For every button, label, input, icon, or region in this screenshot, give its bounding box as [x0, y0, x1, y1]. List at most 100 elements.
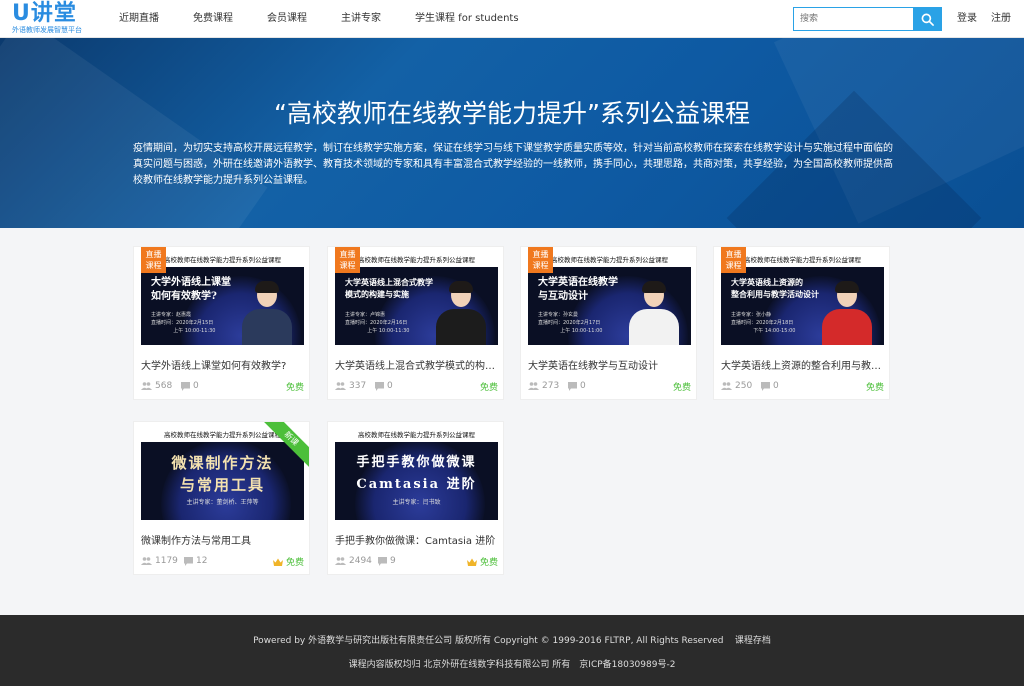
- course-stats: 337 0 免费: [335, 380, 498, 393]
- course-card[interactable]: 高校教师在线教学能力提升系列公益课程 大学外语线上课堂 如何有效教学? 主讲专家：…: [133, 246, 310, 400]
- search-box: [793, 7, 942, 31]
- course-title[interactable]: 大学英语线上混合式教学模式的构建与实施: [335, 357, 497, 372]
- student-count-value: 273: [542, 381, 560, 391]
- crown-icon: [272, 558, 283, 566]
- thumbnail-title: 手把手教你做微课 Camtasia 进阶: [356, 455, 477, 492]
- nav-item-student-courses[interactable]: 学生课程 for students: [415, 0, 519, 38]
- student-count: 273: [528, 380, 559, 392]
- comment-count-value: 0: [580, 381, 586, 391]
- people-icon: [141, 382, 152, 390]
- course-card[interactable]: 高校教师在线教学能力提升系列公益课程 大学英语在线教学 与互动设计 主讲专家：孙玄…: [520, 246, 697, 400]
- course-title[interactable]: 大学外语线上课堂如何有效教学?: [141, 357, 303, 372]
- course-stats: 568 0 免费: [141, 380, 304, 393]
- course-title[interactable]: 大学英语线上资源的整合利用与教学活动设计: [721, 357, 883, 372]
- site-logo[interactable]: U讲堂 外语教师发展智慧平台: [12, 3, 102, 35]
- course-stats: 2494 9 免费: [335, 555, 498, 568]
- people-icon: [721, 382, 732, 390]
- price-label: 免费: [672, 383, 691, 393]
- student-count: 1179: [141, 555, 178, 567]
- course-card[interactable]: 高校教师在线教学能力提升系列公益课程 手把手教你做微课 Camtasia 进阶 主…: [327, 421, 504, 575]
- comment-count-value: 12: [196, 556, 208, 566]
- price-tag: 免费: [866, 380, 884, 393]
- course-title[interactable]: 手把手教你做微课：Camtasia 进阶: [335, 532, 497, 547]
- speaker-photo: [629, 281, 679, 345]
- nav-item-recent-live[interactable]: 近期直播: [119, 0, 159, 38]
- price-tag: 免费: [466, 555, 498, 568]
- comment-icon: [181, 381, 190, 391]
- nav-item-experts[interactable]: 主讲专家: [341, 0, 381, 38]
- comment-icon: [378, 556, 387, 566]
- login-link[interactable]: 登录: [957, 0, 977, 38]
- hero-title: “高校教师在线教学能力提升”系列公益课程: [274, 99, 750, 128]
- main-nav: 近期直播 免费课程 会员课程 主讲专家 学生课程 for students: [119, 0, 553, 38]
- top-navbar: U讲堂 外语教师发展智慧平台 近期直播 免费课程 会员课程 主讲专家 学生课程 …: [0, 0, 1024, 38]
- student-count: 2494: [335, 555, 372, 567]
- thumbnail-meta: 主讲专家：卢锦惠 直播时间：2020年2月16日 上午 10:00-11:30: [345, 312, 410, 334]
- thumbnail-meta: 主讲专家：闫书致: [392, 499, 441, 506]
- course-title[interactable]: 微课制作方法与常用工具: [141, 532, 303, 547]
- thumbnail-title: 大学英语线上资源的 整合利用与教学活动设计: [731, 277, 819, 299]
- thumbnail-meta: 主讲专家：张小静 直播时间：2020年2月18日 下午 14:00-15:00: [731, 312, 796, 334]
- comment-count-value: 0: [387, 381, 393, 391]
- live-course-badge: 直播 课程: [528, 247, 553, 273]
- search-button[interactable]: [913, 7, 942, 31]
- thumbnail-meta: 主讲专家：孙玄曼 直播时间：2020年2月17日 上午 10:00-11:00: [538, 312, 603, 334]
- speaker-photo: [242, 281, 292, 345]
- comment-count: 0: [568, 380, 586, 392]
- people-icon: [141, 557, 152, 565]
- search-icon: [921, 13, 934, 26]
- price-label: 免费: [285, 558, 304, 568]
- copyright-text: Powered by 外语教学与研究出版社有限责任公司 版权所有 Copyrig…: [253, 636, 724, 646]
- hero-banner: “高校教师在线教学能力提升”系列公益课程 疫情期间，为切实支持高校开展远程教学，…: [0, 38, 1024, 228]
- student-count-value: 250: [735, 381, 753, 391]
- comment-count: 0: [375, 380, 393, 392]
- price-label: 免费: [479, 383, 498, 393]
- people-icon: [335, 557, 346, 565]
- nav-item-member-courses[interactable]: 会员课程: [267, 0, 307, 38]
- search-input[interactable]: [793, 7, 913, 31]
- logo-tagline: 外语教师发展智慧平台: [12, 26, 82, 34]
- footer-license: 课程内容版权均归 北京外研在线数字科技有限公司 所有 京ICP备18030989…: [348, 660, 676, 670]
- course-archive-link[interactable]: 课程存档: [735, 636, 771, 646]
- course-card[interactable]: 高校教师在线教学能力提升系列公益课程 微课制作方法 与常用工具 主讲专家：董剑桥、…: [133, 421, 310, 575]
- course-thumbnail[interactable]: 高校教师在线教学能力提升系列公益课程 手把手教你做微课 Camtasia 进阶 主…: [335, 429, 498, 520]
- student-count: 568: [141, 380, 172, 392]
- course-stats: 1179 12 免费: [141, 555, 304, 568]
- student-count: 250: [721, 380, 752, 392]
- thumbnail-title: 大学外语线上课堂 如何有效教学?: [151, 277, 231, 302]
- comment-count: 12: [184, 555, 207, 567]
- comment-count: 9: [378, 555, 396, 567]
- comment-icon: [375, 381, 384, 391]
- course-stats: 273 0 免费: [528, 380, 691, 393]
- price-label: 免费: [865, 383, 884, 393]
- course-title[interactable]: 大学英语在线教学与互动设计: [528, 357, 690, 372]
- course-thumbnail[interactable]: 高校教师在线教学能力提升系列公益课程 微课制作方法 与常用工具 主讲专家：董剑桥、…: [141, 429, 304, 520]
- live-course-badge: 直播 课程: [721, 247, 746, 273]
- comment-count-value: 0: [773, 381, 779, 391]
- nav-item-free-courses[interactable]: 免费课程: [193, 0, 233, 38]
- comment-icon: [184, 556, 193, 566]
- register-link[interactable]: 注册: [991, 0, 1011, 38]
- price-tag: 免费: [673, 380, 691, 393]
- site-footer: Powered by 外语教学与研究出版社有限责任公司 版权所有 Copyrig…: [0, 615, 1024, 686]
- thumbnail-banner: 高校教师在线教学能力提升系列公益课程: [335, 429, 498, 442]
- thumbnail-title: 大学英语在线教学 与互动设计: [538, 277, 618, 302]
- logo-text: U讲堂: [12, 1, 77, 26]
- price-tag: 免费: [480, 380, 498, 393]
- crown-icon: [466, 558, 477, 566]
- live-course-badge: 直播 课程: [335, 247, 360, 273]
- thumbnail-title: 微课制作方法 与常用工具: [171, 454, 274, 494]
- hero-decoration: [0, 38, 268, 228]
- speaker-photo: [822, 281, 872, 345]
- thumbnail-meta: 主讲专家：董剑桥、王萍等: [186, 499, 259, 506]
- speaker-photo: [436, 281, 486, 345]
- student-count-value: 1179: [155, 556, 178, 566]
- price-label: 免费: [479, 558, 498, 568]
- comment-count-value: 0: [193, 381, 199, 391]
- course-card[interactable]: 高校教师在线教学能力提升系列公益课程 大学英语线上资源的 整合利用与教学活动设计 …: [713, 246, 890, 400]
- comment-icon: [568, 381, 577, 391]
- student-count-value: 568: [155, 381, 173, 391]
- live-course-badge: 直播 课程: [141, 247, 166, 273]
- people-icon: [528, 382, 539, 390]
- course-card[interactable]: 高校教师在线教学能力提升系列公益课程 大学英语线上混合式教学 模式的构建与实施 主…: [327, 246, 504, 400]
